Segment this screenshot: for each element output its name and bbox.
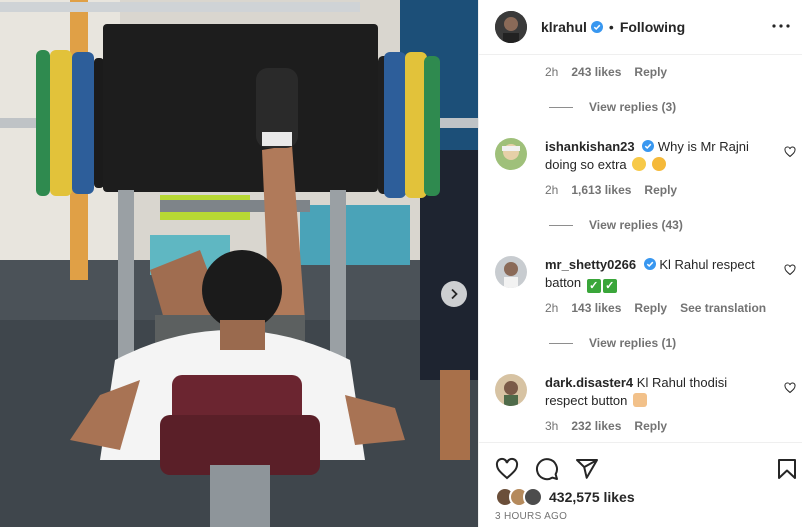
comment-meta: 2h 1,613 likes Reply: [545, 183, 690, 197]
separator-dot: •: [608, 19, 614, 35]
author-username[interactable]: klrahul: [541, 19, 587, 35]
divider-line: [549, 224, 573, 226]
comment-likes[interactable]: 1,613 likes: [571, 183, 631, 197]
comment-body: Kl Rahul respect: [659, 257, 755, 272]
likes-count[interactable]: 432,575 likes: [549, 489, 635, 505]
laughing-crying-emoji: [632, 157, 647, 171]
comment-text: mr_shetty0266 Kl Rahul respect batton ✓ ✓: [545, 256, 780, 293]
comment-time: 2h: [545, 301, 559, 315]
comment-likes[interactable]: 143 likes: [571, 301, 621, 315]
commenter-avatar[interactable]: [495, 374, 527, 406]
following-button[interactable]: Following: [620, 19, 685, 35]
commenter-username[interactable]: dark.disaster4: [545, 375, 633, 390]
comment-likes[interactable]: 243 likes: [571, 65, 621, 79]
comment-body-continued: respect button: [545, 393, 628, 408]
gym-leg-press-photo: [0, 0, 478, 527]
verified-badge-icon: [642, 140, 655, 152]
view-replies-button[interactable]: View replies (3): [549, 100, 676, 114]
comment-likes[interactable]: 232 likes: [571, 419, 621, 433]
post-side-panel: klrahul • Following 2h 243 likes Reply V…: [478, 0, 802, 527]
like-comment-heart-icon[interactable]: [784, 382, 796, 394]
view-replies-label: View replies (3): [589, 100, 677, 114]
likes-summary[interactable]: 432,575 likes: [495, 487, 635, 507]
liker-avatar: [523, 487, 543, 507]
winking-tongue-emoji: [651, 157, 666, 171]
comments-list[interactable]: 2h 243 likes Reply View replies (3) isha…: [479, 56, 802, 442]
view-replies-label: View replies (1): [589, 336, 677, 350]
check-mark-button-emoji: ✓: [586, 279, 601, 293]
more-horizontal-icon: [772, 24, 790, 28]
reply-button[interactable]: Reply: [644, 183, 677, 197]
pointing-hand-emoji: [633, 393, 648, 407]
liker-avatars: [495, 487, 549, 507]
more-options-button[interactable]: [769, 14, 793, 38]
comment-time: 2h: [545, 65, 559, 79]
like-comment-heart-icon[interactable]: [784, 264, 796, 276]
divider-line: [549, 106, 573, 108]
comment-meta: 3h 232 likes Reply: [545, 419, 680, 433]
bookmark-icon[interactable]: [775, 457, 799, 481]
divider-line: [549, 342, 573, 344]
comment-body-continued: batton: [545, 275, 582, 290]
comment-time: 2h: [545, 183, 559, 197]
reply-button[interactable]: Reply: [634, 419, 667, 433]
share-icon[interactable]: [575, 457, 599, 481]
view-replies-button[interactable]: View replies (1): [549, 336, 676, 350]
verified-badge-icon: [643, 258, 656, 270]
comment-time: 3h: [545, 419, 559, 433]
commenter-username[interactable]: mr_shetty0266: [545, 257, 636, 272]
comment-text: ishankishan23 Why is Mr Rajni doing so e…: [545, 138, 780, 174]
verified-badge-icon: [590, 21, 603, 33]
author-avatar[interactable]: [495, 11, 527, 43]
view-replies-button[interactable]: View replies (43): [549, 218, 683, 232]
comment-meta: 2h 243 likes Reply: [545, 65, 680, 79]
post-photo: [0, 0, 478, 527]
post-header: klrahul • Following: [479, 0, 802, 55]
chevron-right-icon: [451, 288, 458, 300]
like-comment-heart-icon[interactable]: [784, 146, 796, 158]
heart-icon[interactable]: [495, 457, 519, 481]
commenter-avatar[interactable]: [495, 256, 527, 288]
commenter-avatar[interactable]: [495, 138, 527, 170]
post-timestamp: 3 HOURS AGO: [495, 511, 568, 522]
comment-body: Kl Rahul thodisi: [636, 375, 728, 390]
comment-text: dark.disaster4 Kl Rahul thodisi respect …: [545, 374, 780, 410]
next-image-button[interactable]: [441, 281, 467, 307]
reply-button[interactable]: Reply: [634, 65, 667, 79]
commenter-username[interactable]: ishankishan23: [545, 139, 635, 154]
comment-meta: 2h 143 likes Reply See translation: [545, 301, 779, 315]
reply-button[interactable]: Reply: [634, 301, 667, 315]
view-replies-label: View replies (43): [589, 218, 683, 232]
comment-icon[interactable]: [535, 457, 559, 481]
check-mark-button-emoji: ✓: [602, 279, 617, 293]
see-translation-button[interactable]: See translation: [680, 301, 766, 315]
